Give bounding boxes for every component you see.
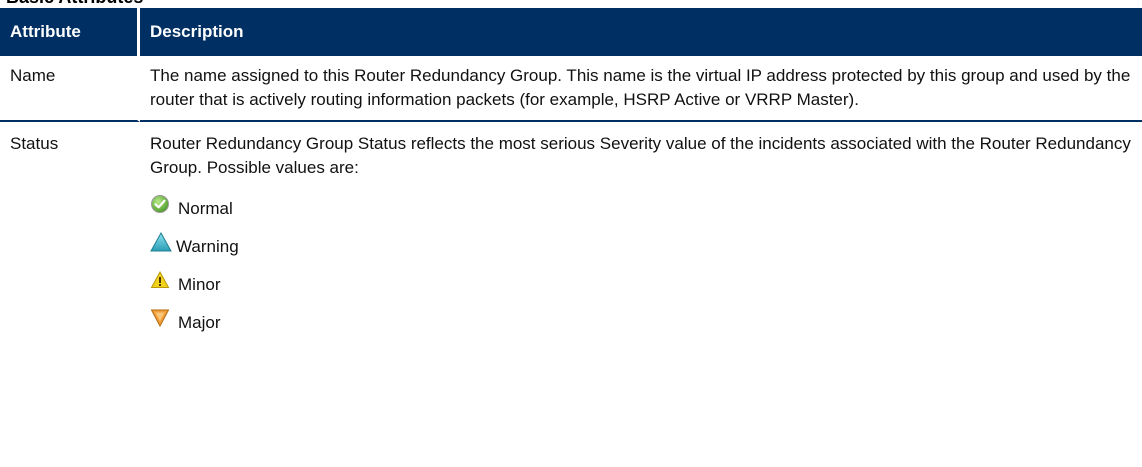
status-value-warning: Warning <box>150 230 1140 256</box>
table-row-status: Status Router Redundancy Group Status re… <box>0 122 1142 344</box>
minor-status-icon <box>150 270 170 290</box>
description-cell: The name assigned to this Router Redunda… <box>140 56 1142 122</box>
name-description: The name assigned to this Router Redunda… <box>150 66 1131 109</box>
attribute-column-header: Attribute <box>0 8 140 56</box>
attributes-table: Attribute Description Name The name assi… <box>0 8 1142 344</box>
table-row-name: Name The name assigned to this Router Re… <box>0 56 1142 122</box>
status-label: Warning <box>176 237 239 256</box>
major-status-icon <box>150 308 170 328</box>
status-value-minor: Minor <box>150 268 1140 294</box>
attribute-cell: Status <box>10 134 59 153</box>
status-value-normal: Normal <box>150 192 1140 218</box>
description-cell: Router Redundancy Group Status reflects … <box>140 122 1142 344</box>
status-label: Minor <box>178 275 221 294</box>
status-label: Major <box>178 313 221 332</box>
status-description: Router Redundancy Group Status reflects … <box>150 134 1131 177</box>
normal-status-icon <box>150 194 170 214</box>
status-label: Normal <box>178 199 233 218</box>
table-header-row: Attribute Description <box>0 8 1142 56</box>
section-heading: Basic Attributes <box>6 0 143 8</box>
warning-status-icon <box>150 231 172 252</box>
attribute-cell: Name <box>0 56 140 122</box>
description-column-header: Description <box>140 8 1142 56</box>
attributes-page: Basic Attributes Attribute Description N… <box>0 0 1142 467</box>
status-value-major: Major <box>150 306 1140 332</box>
